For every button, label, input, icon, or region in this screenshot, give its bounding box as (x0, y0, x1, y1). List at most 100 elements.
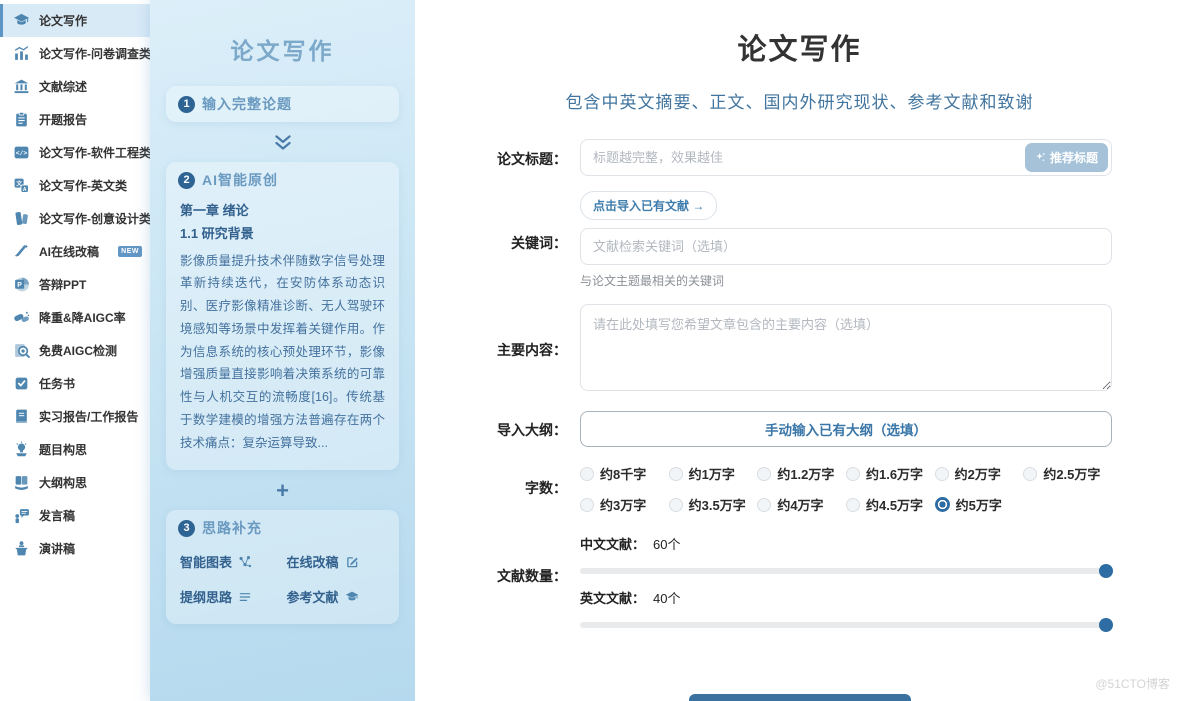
sidebar-item[interactable]: P 答辩PPT (0, 268, 150, 301)
keywords-hint: 与论文主题最相关的关键词 (580, 272, 1112, 289)
radio-icon (669, 467, 683, 481)
wordcount-option[interactable]: 约4.5万字 (846, 495, 935, 514)
watermark: @51CTO博客 (1095, 675, 1170, 692)
sidebar-item-label: 题目构思 (39, 441, 87, 458)
wordcount-option[interactable]: 约2.5万字 (1023, 464, 1112, 483)
wordcount-option-label: 约1万字 (689, 464, 735, 483)
sidebar-item[interactable]: 论文写作 (0, 4, 150, 37)
sidebar-item[interactable]: 任务书 (0, 367, 150, 400)
wordcount-option-label: 约2.5万字 (1043, 464, 1100, 483)
bar-chart-icon (13, 45, 30, 62)
wordcount-option[interactable]: 约3万字 (580, 495, 669, 514)
wordcount-option[interactable]: 约1万字 (669, 464, 758, 483)
radio-icon (757, 498, 771, 512)
wordcount-option-label: 约1.2万字 (777, 464, 834, 483)
sidebar-item[interactable]: 论文写作-创意设计类 (0, 202, 150, 235)
radio-icon (580, 467, 594, 481)
radio-icon (846, 498, 860, 512)
sidebar-item-label: AI在线改稿 (39, 243, 99, 260)
sidebar-item[interactable]: </>论文写作-软件工程类 (0, 136, 150, 169)
sidebar-item-label: 降重&降AIGC率 (39, 309, 126, 326)
step-2-label: AI智能原创 (202, 170, 278, 190)
step-1-number-badge: 1 (178, 96, 195, 113)
outline-row: 导入大纲： 手动输入已有大纲（选填） (415, 411, 1112, 447)
radio-icon (669, 498, 683, 512)
bank-icon (13, 78, 30, 95)
wordcount-option-label: 约8千字 (600, 464, 646, 483)
sidebar-item[interactable]: 文献综述 (0, 70, 150, 103)
sidebar-item[interactable]: 开题报告 (0, 103, 150, 136)
import-references-button[interactable]: 点击导入已有文献 → (580, 191, 717, 220)
sidebar-nav: 论文写作论文写作-问卷调查类文献综述开题报告</>论文写作-软件工程类文A论文写… (0, 4, 150, 565)
manual-outline-button[interactable]: 手动输入已有大纲（选填） (580, 411, 1112, 447)
step-card-1: 1 输入完整论题 (166, 86, 399, 122)
sidebar-item[interactable]: 演讲稿 (0, 532, 150, 565)
english-refs-slider[interactable] (580, 622, 1112, 628)
stepper-panel: 论文写作 1 输入完整论题 2 AI智能原创 第一章 绪论 1.1 研究背景 影… (150, 0, 415, 701)
wordcount-option[interactable]: 约1.2万字 (757, 464, 846, 483)
radio-icon (935, 467, 949, 481)
paper-preview: 第一章 绪论 1.1 研究背景 影像质量提升技术伴随数字信号处理革新持续迭代，在… (166, 198, 399, 470)
new-badge: NEW (118, 246, 142, 257)
svg-text:P: P (17, 282, 22, 289)
step-1-header: 1 输入完整论题 (166, 86, 399, 122)
paper-form: 论文标题： 推荐标题 关键词： 点击导入已有文献 → 与论 (415, 139, 1112, 642)
content-label: 主要内容： (415, 340, 567, 360)
keywords-input[interactable] (580, 228, 1112, 265)
wordcount-option[interactable]: 约4万字 (757, 495, 846, 514)
clipboard-icon (13, 111, 30, 128)
wordcount-option[interactable]: 约5万字 (935, 495, 1024, 514)
ppt-icon: P (13, 276, 30, 293)
radio-icon (757, 467, 771, 481)
wordcount-option[interactable]: 约2万字 (935, 464, 1024, 483)
step3-link[interactable]: 提纲思路 (180, 587, 279, 606)
wordcount-option-label: 约3.5万字 (689, 495, 746, 514)
chinese-refs-label: 中文文献： (580, 537, 645, 552)
sidebar-item-label: 任务书 (39, 375, 75, 392)
radio-icon (846, 467, 860, 481)
step-2-header: 2 AI智能原创 (166, 162, 399, 198)
title-label: 论文标题： (415, 139, 567, 169)
sidebar-item[interactable]: AI在线改稿 NEW (0, 235, 150, 268)
design-icon (13, 210, 30, 227)
recommend-title-button[interactable]: 推荐标题 (1025, 143, 1108, 172)
sidebar-item[interactable]: 大纲构思 (0, 466, 150, 499)
title-row: 论文标题： 推荐标题 (415, 139, 1112, 176)
chinese-refs-slider-thumb[interactable] (1099, 564, 1113, 578)
graduation-cap-icon (13, 12, 30, 29)
sidebar-item-label: 免费AIGC检测 (39, 342, 117, 359)
sidebar-item-label: 论文写作 (39, 12, 87, 29)
sidebar-item[interactable]: 文A论文写作-英文类 (0, 169, 150, 202)
chinese-refs-slider[interactable] (580, 568, 1112, 574)
chevron-double-down-icon (166, 134, 399, 152)
step3-link-label: 智能图表 (180, 552, 232, 571)
sidebar-item[interactable]: 免费AIGC检测 (0, 334, 150, 367)
pill-icon (13, 309, 30, 326)
wordcount-option[interactable]: 约3.5万字 (669, 495, 758, 514)
sidebar-item[interactable]: 论文写作-问卷调查类 (0, 37, 150, 70)
step3-link[interactable]: 参考文献 (287, 587, 386, 606)
sidebar-item-label: 论文写作-软件工程类 (39, 144, 151, 161)
sidebar-item[interactable]: 实习报告/工作报告 (0, 400, 150, 433)
sidebar-item[interactable]: 题目构思 (0, 433, 150, 466)
wordcount-option-label: 约2万字 (955, 464, 1001, 483)
step3-link[interactable]: 智能图表 (180, 552, 279, 571)
sidebar-item[interactable]: 发言稿 (0, 499, 150, 532)
step-3-label: 思路补充 (202, 518, 262, 538)
wordcount-option[interactable]: 约8千字 (580, 464, 669, 483)
step-1-label: 输入完整论题 (202, 94, 292, 114)
sidebar: 论文写作论文写作-问卷调查类文献综述开题报告</>论文写作-软件工程类文A论文写… (0, 0, 150, 701)
english-refs-slider-thumb[interactable] (1099, 618, 1113, 632)
wordcount-option[interactable]: 约1.6万字 (846, 464, 935, 483)
content-textarea[interactable] (580, 304, 1112, 391)
svg-text:A: A (23, 187, 27, 193)
refs-label: 文献数量： (415, 534, 567, 586)
generate-button[interactable]: 立即生成 (689, 694, 911, 701)
stepper-title: 论文写作 (166, 32, 399, 66)
wordcount-row: 字数： 约8千字约1万字约1.2万字约1.6万字约2万字约2.5万字约3万字约3… (415, 462, 1112, 514)
wordcount-option-label: 约5万字 (956, 495, 1002, 514)
step3-link[interactable]: 在线改稿 (287, 552, 386, 571)
sidebar-item-label: 答辩PPT (39, 276, 86, 293)
sidebar-item[interactable]: 降重&降AIGC率 (0, 301, 150, 334)
wordcount-option-label: 约4.5万字 (866, 495, 923, 514)
